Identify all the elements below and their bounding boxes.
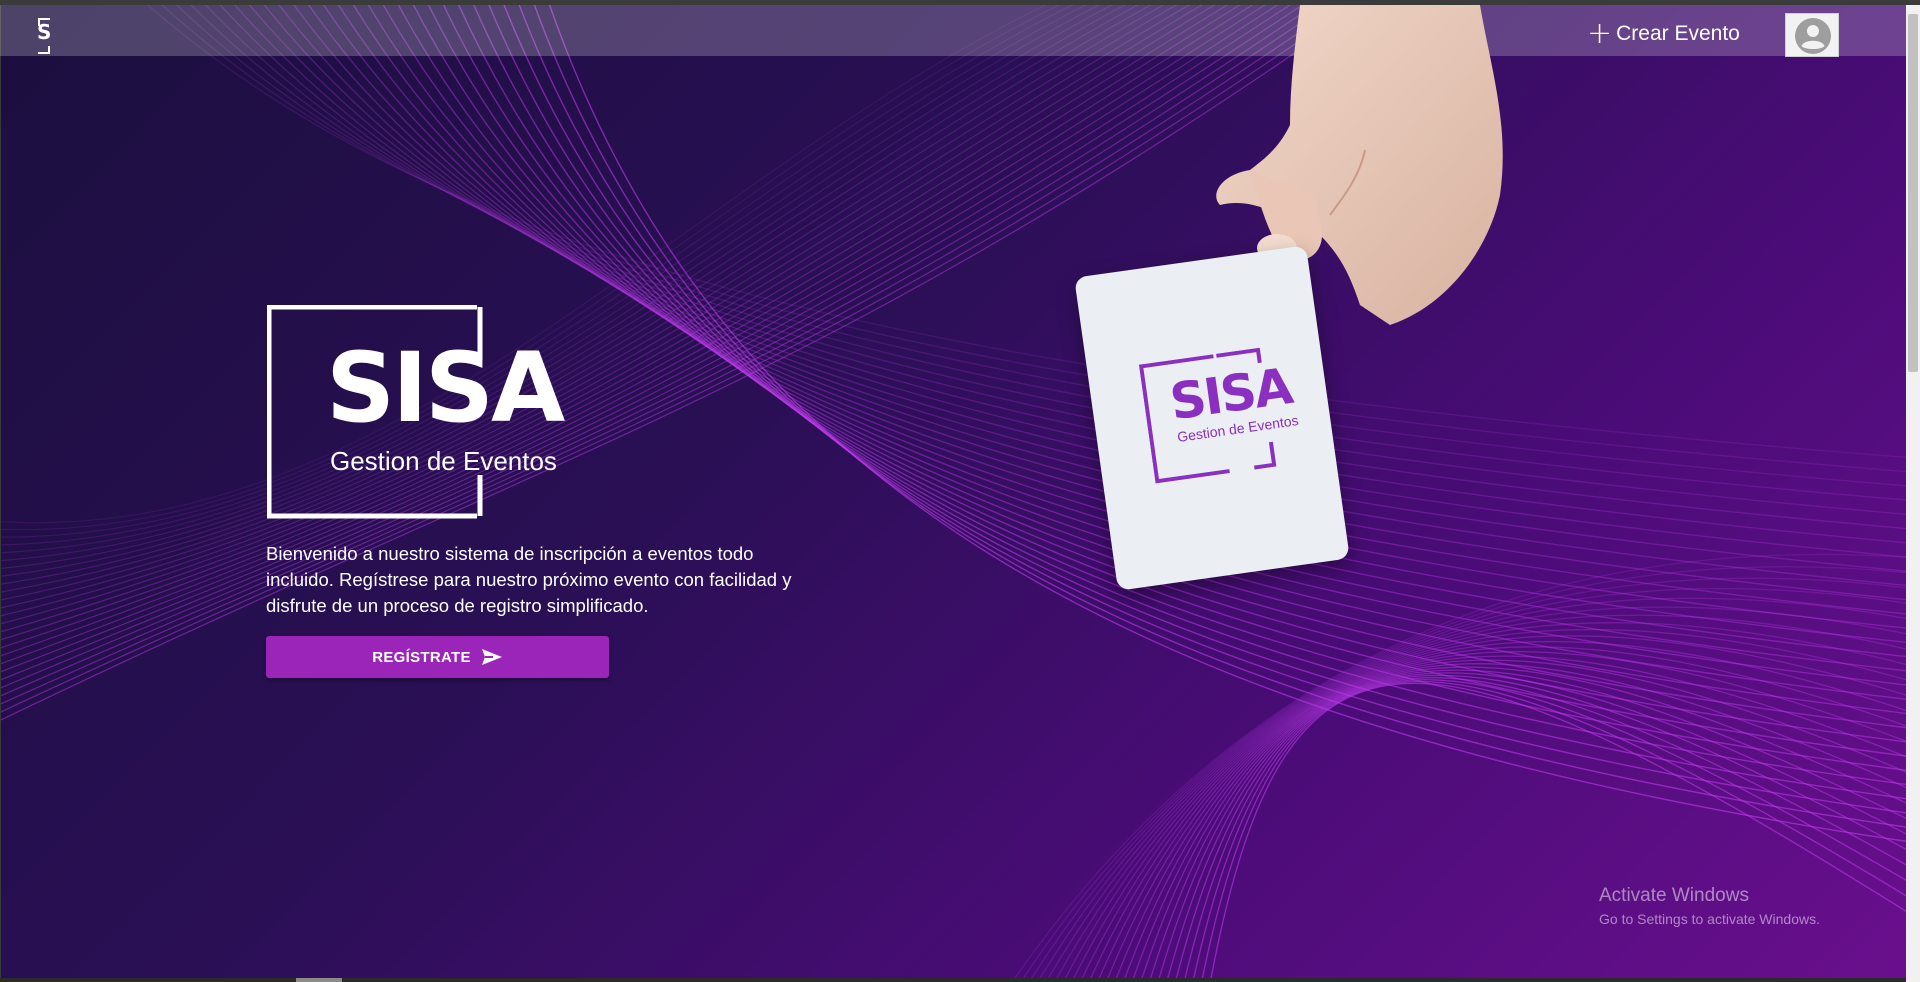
logo-bracket-bottom [38,46,50,54]
send-icon [481,649,502,665]
user-avatar-icon [1795,18,1831,54]
hero-logo-title: SISA [326,332,565,444]
brand-card: SISA Gestion de Eventos [1074,245,1350,591]
register-button-label: REGÍSTRATE [372,648,471,666]
user-avatar-button[interactable] [1785,13,1839,57]
nav-logo[interactable]: S [36,13,52,54]
register-button[interactable]: REGÍSTRATE [266,636,609,678]
horizontal-scrollbar[interactable] [0,978,1906,982]
scrollbar-thumb[interactable] [1908,14,1918,372]
top-navbar: S + Crear Evento [0,5,1906,57]
windows-activation-title: Activate Windows [1599,885,1749,906]
intro-paragraph: Bienvenido a nuestro sistema de inscripc… [266,543,792,616]
horizontal-scrollbar-thumb[interactable] [296,978,342,982]
create-event-button[interactable]: + Crear Evento [1587,19,1740,49]
plus-icon: + [1587,16,1613,51]
create-event-label: Crear Evento [1616,22,1740,45]
nav-logo-letter: S [37,20,52,44]
windows-activation-subtitle: Go to Settings to activate Windows. [1599,911,1820,927]
hero-logo-subtitle: Gestion de Eventos [330,446,557,476]
